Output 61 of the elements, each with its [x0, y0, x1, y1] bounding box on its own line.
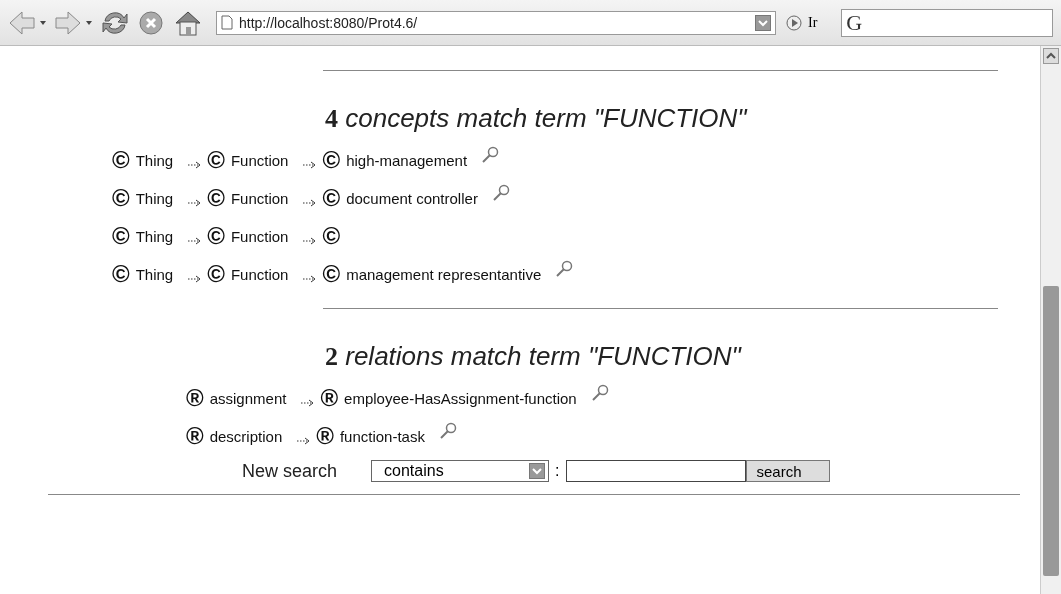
search-button[interactable]: search: [745, 460, 830, 482]
play-icon: [786, 14, 802, 31]
concept-symbol: ©: [207, 262, 225, 286]
concept-symbol: ©: [112, 262, 130, 286]
concept-link[interactable]: Function: [230, 227, 289, 245]
concept-symbol: ©: [322, 262, 341, 286]
dotted-arrow-icon: [302, 159, 317, 169]
relation-symbol: ®: [320, 386, 339, 410]
relation-link[interactable]: employee-HasAssignment-function: [344, 389, 577, 407]
magnifier-icon[interactable]: [481, 146, 500, 164]
new-search-label: New search: [242, 460, 338, 482]
dotted-arrow-icon: [187, 235, 202, 245]
concept-link[interactable]: Function: [230, 151, 289, 169]
concept-link[interactable]: management representantive: [346, 265, 542, 283]
concept-link[interactable]: high-management: [346, 151, 468, 169]
concept-symbol: ©: [207, 186, 225, 210]
stop-icon[interactable]: [136, 8, 166, 37]
relation-link[interactable]: assignment: [209, 389, 287, 407]
go-label: Ir: [808, 14, 818, 31]
concept-link[interactable]: Function: [230, 189, 289, 207]
match-mode-dropdown[interactable]: contains: [371, 460, 550, 482]
concept-symbol: ©: [112, 224, 130, 248]
concept-link[interactable]: Function: [230, 265, 289, 283]
separator-colon: :: [555, 462, 560, 480]
scroll-up-icon[interactable]: [1043, 48, 1059, 64]
relation-link[interactable]: description: [209, 427, 283, 445]
concept-symbol: ©: [207, 224, 225, 248]
concept-symbol: ©: [322, 224, 341, 248]
search-engine-field[interactable]: G: [841, 8, 1053, 37]
magnifier-icon[interactable]: [590, 384, 609, 402]
magnifier-icon[interactable]: [555, 260, 574, 278]
concept-symbol: ©: [322, 148, 341, 172]
relation-link[interactable]: function-task: [339, 427, 425, 445]
concept-symbol: ©: [112, 148, 130, 172]
dotted-arrow-icon: [302, 273, 317, 283]
concept-link[interactable]: Thing: [135, 265, 174, 283]
concept-link[interactable]: Thing: [135, 189, 174, 207]
dotted-arrow-icon: [296, 435, 311, 445]
page-icon: [221, 15, 233, 30]
concept-symbol: ©: [322, 186, 341, 210]
concept-symbol: ©: [112, 186, 130, 210]
dotted-arrow-icon: [302, 235, 317, 245]
address-bar[interactable]: http://localhost:8080/Prot4.6/: [216, 10, 776, 35]
dotted-arrow-icon: [300, 397, 315, 407]
magnifier-icon[interactable]: [438, 422, 457, 440]
concept-link[interactable]: document controller: [346, 189, 478, 207]
dotted-arrow-icon: [187, 197, 202, 207]
concept-link[interactable]: Thing: [135, 227, 174, 245]
concepts-heading: 4 concepts match term "FUNCTION": [325, 103, 749, 134]
concept-link[interactable]: Thing: [135, 151, 174, 169]
relations-heading: 2 relations match term "FUNCTION": [325, 341, 743, 372]
relation-symbol: ®: [316, 424, 334, 448]
search-input-field[interactable]: [565, 460, 746, 482]
magnifier-icon[interactable]: [491, 184, 510, 202]
dotted-arrow-icon: [187, 159, 202, 169]
concept-symbol: ©: [207, 148, 225, 172]
relation-symbol: ®: [186, 386, 204, 410]
relation-symbol: ®: [186, 424, 204, 448]
go-button[interactable]: Ir: [782, 14, 822, 31]
dotted-arrow-icon: [187, 273, 202, 283]
dotted-arrow-icon: [302, 197, 317, 207]
